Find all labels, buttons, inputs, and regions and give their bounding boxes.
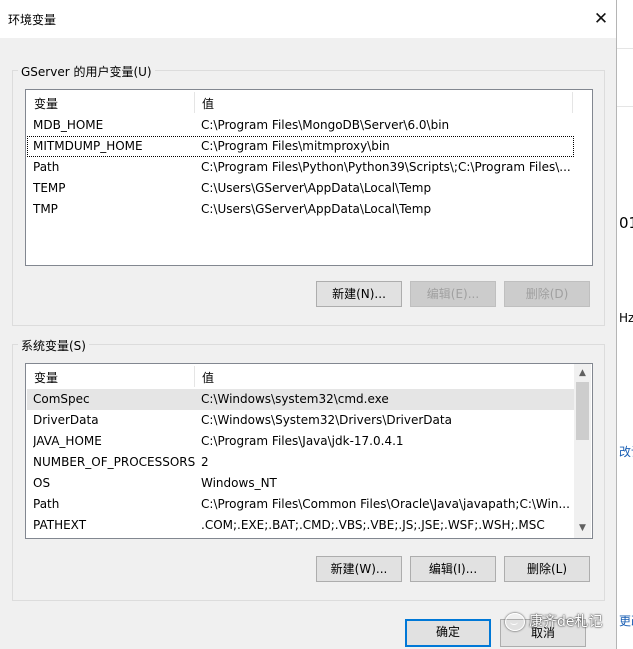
table-row[interactable]: Path C:\Program Files\Python\Python39\Sc…	[27, 157, 574, 178]
column-separator[interactable]	[194, 366, 195, 387]
table-row[interactable]: TMP C:\Users\GServer\AppData\Local\Temp	[27, 199, 574, 220]
variable-value: C:\Program Files\Python\Python39\Scripts…	[201, 160, 571, 174]
user-new-button[interactable]: 新建(N)...	[316, 281, 402, 307]
watermark-text: 康齐de札记	[529, 614, 603, 630]
table-row[interactable]: JAVA_HOME C:\Program Files\Java\jdk-17.0…	[27, 431, 575, 452]
variable-value: C:\Users\GServer\AppData\Local\Temp	[201, 181, 432, 195]
table-row[interactable]: NUMBER_OF_PROCESSORS 2	[27, 452, 575, 473]
variable-name: TMP	[33, 202, 58, 216]
variable-value: C:\Users\GServer\AppData\Local\Temp	[201, 202, 432, 216]
variable-name: ComSpec	[33, 392, 90, 406]
table-row[interactable]: MDB_HOME C:\Program Files\MongoDB\Server…	[27, 115, 574, 136]
table-row-focused[interactable]: MITMDUMP_HOME C:\Program Files\mitmproxy…	[27, 136, 574, 157]
scrollbar-thumb[interactable]	[576, 382, 589, 440]
variable-name: PATHEXT	[33, 518, 87, 532]
variable-value: C:\Program Files\MongoDB\Server\6.0\bin	[201, 118, 450, 132]
variable-value: Windows_NT	[201, 476, 277, 490]
table-row[interactable]: PATHEXT .COM;.EXE;.BAT;.CMD;.VBS;.VBE;.J…	[27, 515, 575, 536]
variable-value: C:\Windows\system32\cmd.exe	[201, 392, 389, 406]
bg-divider	[617, 106, 633, 107]
bg-link-fragment[interactable]: 更改	[619, 612, 633, 629]
list-header: 变量 值	[26, 364, 592, 388]
ok-button[interactable]: 确定	[405, 619, 491, 647]
variable-value: C:\Program Files\Java\jdk-17.0.4.1	[201, 434, 404, 448]
bg-divider	[617, 48, 633, 49]
variable-value: C:\Program Files\Common Files\Oracle\Jav…	[201, 497, 570, 511]
table-row[interactable]: Path C:\Program Files\Common Files\Oracl…	[27, 494, 575, 515]
table-row[interactable]: TEMP C:\Users\GServer\AppData\Local\Temp	[27, 178, 574, 199]
variable-name: Path	[33, 497, 60, 511]
variable-name: JAVA_HOME	[33, 434, 102, 448]
variable-name: NUMBER_OF_PROCESSORS	[33, 455, 195, 469]
system-edit-button[interactable]: 编辑(I)...	[410, 556, 496, 582]
background-window: 019 Hz 改设 更改	[616, 0, 633, 649]
environment-variables-dialog: 环境变量 ✕ GServer 的用户变量(U) 变量 值 MDB_HOME C:…	[0, 0, 617, 649]
variable-name: OS	[33, 476, 51, 490]
vertical-scrollbar[interactable]: ▲ ▼	[574, 364, 591, 538]
user-delete-button[interactable]: 删除(D)	[504, 281, 590, 307]
close-icon[interactable]: ✕	[588, 6, 614, 32]
column-separator[interactable]	[194, 92, 195, 113]
column-header-variable[interactable]: 变量	[34, 369, 58, 386]
variable-name: MITMDUMP_HOME	[33, 139, 143, 153]
variable-value: C:\Windows\System32\Drivers\DriverData	[201, 413, 452, 427]
scroll-down-icon[interactable]: ▼	[574, 520, 591, 537]
table-row[interactable]: DriverData C:\Windows\System32\Drivers\D…	[27, 410, 575, 431]
system-variables-list[interactable]: 变量 值 ComSpec C:\Windows\system32\cmd.exe…	[25, 363, 593, 539]
bg-link-fragment[interactable]: 改设	[619, 443, 633, 460]
table-row[interactable]: OS Windows_NT	[27, 473, 575, 494]
system-variables-label: 系统变量(S)	[18, 337, 89, 354]
variable-value: 2	[201, 455, 209, 469]
table-row-selected[interactable]: ComSpec C:\Windows\system32\cmd.exe	[27, 389, 575, 410]
user-variables-label: GServer 的用户变量(U)	[18, 63, 155, 80]
variable-value: C:\Program Files\mitmproxy\bin	[201, 139, 390, 153]
title-bar: 环境变量 ✕	[0, 0, 616, 38]
variable-value: .COM;.EXE;.BAT;.CMD;.VBS;.VBE;.JS;.JSE;.…	[201, 518, 545, 532]
wechat-logo-icon	[505, 613, 525, 631]
user-edit-button[interactable]: 编辑(E)...	[410, 281, 496, 307]
column-header-value[interactable]: 值	[202, 95, 214, 112]
variable-name: TEMP	[33, 181, 66, 195]
column-header-value[interactable]: 值	[202, 369, 214, 386]
list-header: 变量 值	[26, 90, 592, 114]
column-separator[interactable]	[572, 92, 573, 113]
system-delete-button[interactable]: 删除(L)	[504, 556, 590, 582]
bg-fragment: 019	[619, 214, 633, 232]
bg-fragment: Hz	[619, 311, 633, 325]
variable-name: Path	[33, 160, 60, 174]
variable-name: MDB_HOME	[33, 118, 104, 132]
system-new-button[interactable]: 新建(W)...	[316, 556, 402, 582]
column-header-variable[interactable]: 变量	[34, 95, 58, 112]
scroll-up-icon[interactable]: ▲	[574, 365, 591, 382]
watermark: 康齐de札记	[505, 611, 603, 631]
user-variables-list[interactable]: 变量 值 MDB_HOME C:\Program Files\MongoDB\S…	[25, 89, 593, 266]
window-title: 环境变量	[8, 13, 57, 27]
variable-name: DriverData	[33, 413, 99, 427]
